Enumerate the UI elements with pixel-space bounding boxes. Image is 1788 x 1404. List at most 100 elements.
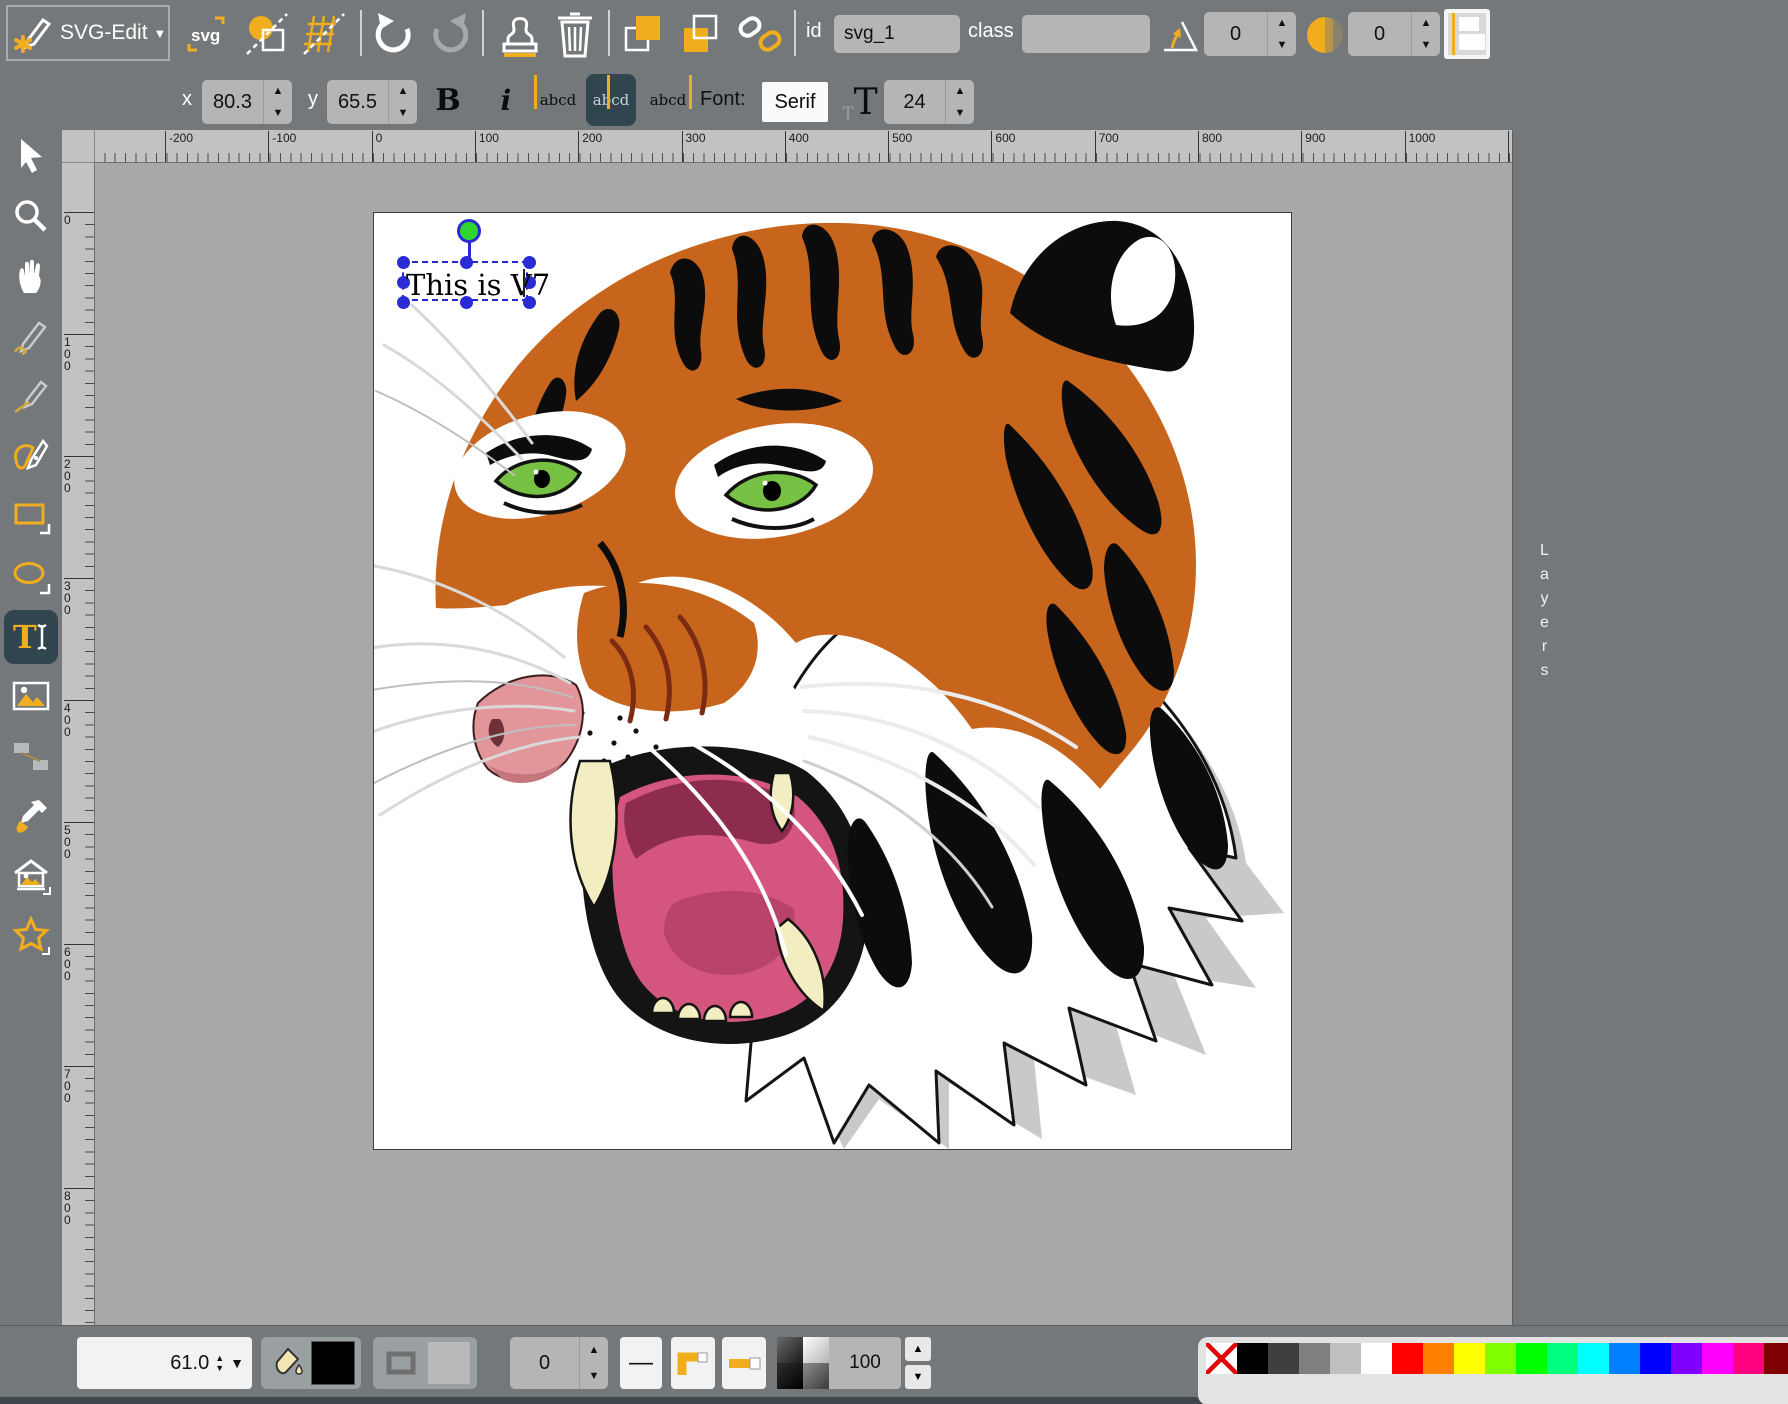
palette-swatch[interactable] (1764, 1343, 1788, 1374)
palette-swatch[interactable] (1578, 1343, 1609, 1374)
y-spinner[interactable]: ▲▼ (388, 80, 417, 124)
blur-input[interactable]: 0 ▲▼ (1348, 12, 1440, 56)
v-ruler-label: 1 0 0 (64, 334, 94, 372)
h-ruler-label: 400 (785, 131, 809, 162)
zoom-dropdown-icon[interactable]: ▼ (230, 1355, 244, 1371)
undo-button[interactable] (372, 10, 418, 58)
tool-zoom[interactable] (9, 194, 53, 238)
document-properties-button[interactable] (243, 10, 293, 58)
blur-spinner[interactable]: ▲▼ (1411, 12, 1440, 56)
rotation-angle-input[interactable]: 0 ▲▼ (1204, 12, 1296, 56)
font-family-button[interactable]: Serif (762, 82, 828, 122)
angle-icon (1158, 14, 1202, 56)
tool-eyedropper[interactable] (9, 794, 53, 838)
move-to-bottom-button[interactable] (676, 10, 724, 58)
italic-button[interactable]: i (488, 78, 524, 122)
palette-swatch[interactable] (1361, 1343, 1392, 1374)
linecap-button[interactable] (722, 1337, 766, 1389)
text-anchor-start-button[interactable]: abcd (536, 76, 580, 124)
opacity-gradient-icon (777, 1337, 829, 1389)
clone-button[interactable] (496, 8, 546, 60)
text-anchor-middle-button[interactable]: abcd (586, 74, 636, 126)
v-ruler-label: 2 0 0 (64, 456, 94, 494)
tool-line[interactable] (9, 374, 53, 418)
source-editor-button[interactable]: svg (183, 14, 229, 54)
h-ruler-label: 600 (991, 131, 1015, 162)
palette-swatch[interactable] (1423, 1343, 1454, 1374)
palette-swatch[interactable] (1485, 1343, 1516, 1374)
tool-select[interactable] (9, 134, 53, 178)
palette-swatch[interactable] (1392, 1343, 1423, 1374)
editor-preferences-button[interactable] (298, 10, 350, 58)
delete-button[interactable] (550, 8, 600, 60)
rotate-handle[interactable] (457, 219, 481, 243)
x-spinner[interactable]: ▲▼ (263, 80, 292, 124)
font-size-input[interactable]: 24 ▲▼ (884, 80, 974, 124)
palette-swatch[interactable] (1237, 1343, 1268, 1374)
text-x-input[interactable]: 80.3 ▲▼ (202, 80, 292, 124)
opacity-input[interactable]: 100 (829, 1337, 901, 1389)
selected-text-element[interactable]: This is V7 (406, 268, 550, 302)
v-ruler-label: 4 0 0 (64, 700, 94, 738)
tiger-drawing (374, 213, 1291, 1149)
svg-canvas[interactable] (373, 212, 1292, 1150)
layers-tab[interactable]: Layers (1535, 542, 1553, 686)
element-class-input[interactable] (1022, 15, 1150, 53)
fill-color-group[interactable] (261, 1337, 361, 1389)
tool-path[interactable] (9, 434, 53, 478)
font-size-spinner[interactable]: ▲▼ (945, 80, 974, 124)
tool-pan[interactable] (9, 254, 53, 298)
zoom-spinner[interactable]: ▲▼ (215, 1353, 224, 1373)
stroke-width-spinner[interactable]: ▲▼ (579, 1337, 608, 1389)
bold-button[interactable]: B (428, 78, 468, 122)
workspace: -200-10001002003004005006007008009001000… (62, 130, 1512, 1325)
palette-swatch[interactable] (1299, 1343, 1330, 1374)
h-ruler-label: 100 (475, 131, 499, 162)
tool-ellipse[interactable] (9, 554, 53, 598)
stroke-color-swatch[interactable] (428, 1342, 470, 1384)
h-ruler-label: 700 (1095, 131, 1119, 162)
palette-swatch[interactable] (1609, 1343, 1640, 1374)
palette-swatch[interactable] (1547, 1343, 1578, 1374)
angle-spinner[interactable]: ▲▼ (1267, 12, 1296, 56)
logo-label: SVG-Edit (60, 21, 148, 45)
palette-swatch[interactable] (1733, 1343, 1764, 1374)
palette-swatch[interactable] (1702, 1343, 1733, 1374)
stroke-style-button[interactable]: — (620, 1337, 662, 1389)
stroke-color-group[interactable] (373, 1337, 477, 1389)
tool-library[interactable] (9, 854, 53, 898)
palette-swatch[interactable] (1454, 1343, 1485, 1374)
tool-connector[interactable] (9, 734, 53, 778)
tool-rect[interactable] (9, 494, 53, 538)
tool-shapes[interactable] (9, 914, 53, 958)
fill-color-swatch[interactable] (311, 1341, 355, 1385)
tool-pencil[interactable] (9, 314, 53, 358)
main-toolbar: SVG-Edit ▼ svg (0, 0, 1788, 68)
move-to-top-button[interactable] (620, 10, 668, 58)
class-label: class (968, 20, 1014, 43)
palette-swatch[interactable] (1671, 1343, 1702, 1374)
make-link-button[interactable] (734, 10, 786, 58)
palette-swatch[interactable] (1268, 1343, 1299, 1374)
svg-text:T: T (13, 618, 37, 656)
linejoin-button[interactable] (671, 1337, 715, 1389)
color-palette (1198, 1337, 1788, 1404)
palette-swatch[interactable] (1330, 1343, 1361, 1374)
palette-swatch[interactable] (1206, 1343, 1237, 1374)
zoom-control[interactable]: 61.0 ▲▼ ▼ (77, 1337, 252, 1389)
v-ruler-label: 6 0 0 (64, 944, 94, 982)
zoom-value: 61.0 (170, 1352, 209, 1375)
stroke-width-input[interactable]: 0 ▲▼ (510, 1337, 608, 1389)
page-align-button[interactable] (1444, 9, 1490, 59)
tool-text[interactable]: T (4, 610, 58, 664)
h-ruler-label: 300 (682, 131, 706, 162)
redo-button[interactable] (426, 10, 472, 58)
main-menu-button[interactable]: SVG-Edit ▼ (6, 5, 170, 61)
text-anchor-end-button[interactable]: abcd (646, 76, 690, 124)
palette-swatch[interactable] (1640, 1343, 1671, 1374)
text-y-input[interactable]: 65.5 ▲▼ (327, 80, 417, 124)
palette-swatch[interactable] (1516, 1343, 1547, 1374)
opacity-spinner[interactable]: ▲ ▼ (905, 1337, 931, 1389)
tool-image[interactable] (9, 674, 53, 718)
element-id-input[interactable]: svg_1 (834, 15, 960, 53)
